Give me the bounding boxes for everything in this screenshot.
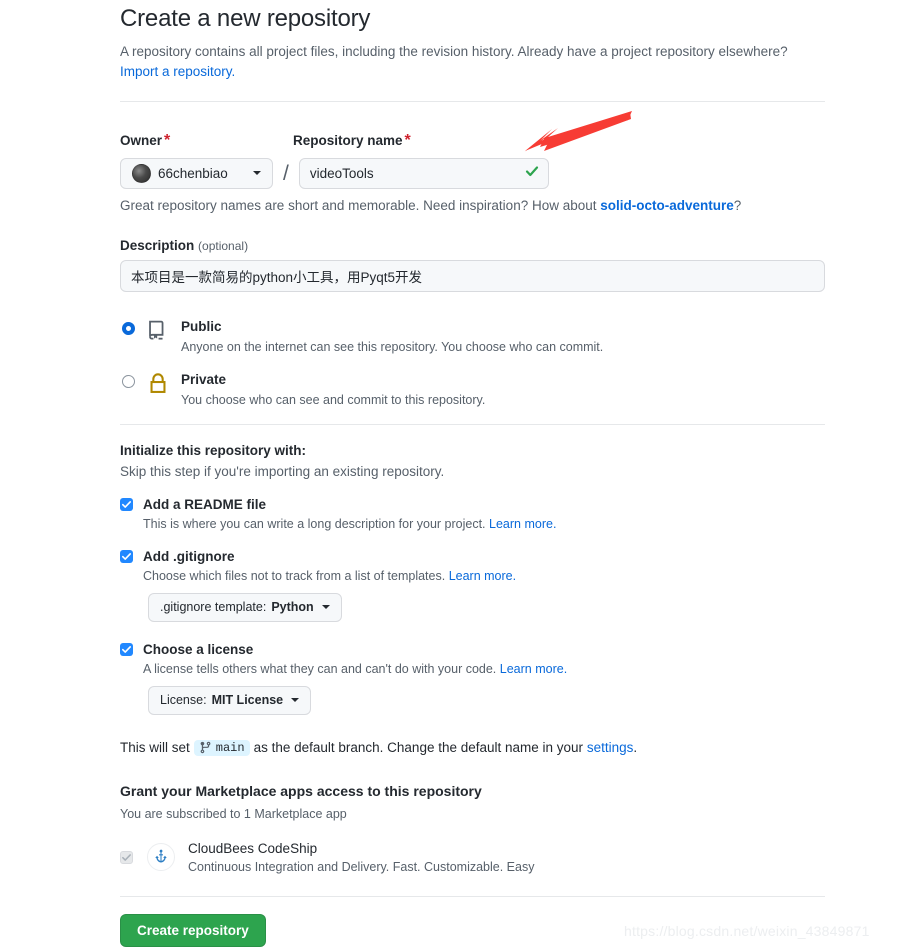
visibility-group: Public Anyone on the internet can see th… xyxy=(120,318,825,407)
repo-name-input-wrap xyxy=(298,157,549,189)
default-branch-badge: main xyxy=(193,739,250,756)
repo-name-input[interactable] xyxy=(298,157,549,189)
owner-name-labels: Owner * Repository name * xyxy=(120,132,825,150)
license-label: Choose a license xyxy=(143,641,254,657)
marketplace-app-row: CloudBees CodeShip Continuous Integratio… xyxy=(120,841,825,874)
repo-book-icon xyxy=(147,318,169,346)
chevron-down-icon xyxy=(253,171,261,176)
marketplace-subtitle: You are subscribed to 1 Marketplace app xyxy=(120,806,347,821)
license-block: Choose a license A license tells others … xyxy=(120,642,825,715)
branch-note-suffix: . xyxy=(633,740,638,756)
private-text: Private You choose who can see and commi… xyxy=(181,371,485,407)
repo-name-label: Repository name xyxy=(293,132,403,148)
owner-select-button[interactable]: 66chenbiao xyxy=(120,157,273,189)
repo-name-suggestion-link[interactable]: solid-octo-adventure xyxy=(600,198,734,213)
gitignore-learn-more-link[interactable]: Learn more. xyxy=(449,569,516,583)
license-select[interactable]: License: MIT License xyxy=(148,685,312,715)
license-desc: A license tells others what they can and… xyxy=(143,662,825,676)
gitignore-row[interactable]: Add .gitignore xyxy=(120,549,825,564)
lock-icon xyxy=(147,371,169,399)
gitignore-label: Add .gitignore xyxy=(143,548,235,564)
form-container: Create a new repository A repository con… xyxy=(120,0,825,947)
default-branch-name: main xyxy=(215,740,245,755)
license-row[interactable]: Choose a license xyxy=(120,642,825,657)
check-icon xyxy=(525,166,538,177)
repo-name-hint-suffix: ? xyxy=(733,197,742,213)
gitignore-template-value: Python xyxy=(271,600,314,615)
repo-name-required-mark: * xyxy=(404,131,411,149)
import-repository-link[interactable]: Import a repository. xyxy=(120,64,235,79)
default-branch-note: This will set main as the default branch… xyxy=(120,739,825,756)
public-desc: Anyone on the internet can see this repo… xyxy=(181,339,604,354)
branch-note-middle: as the default branch. Change the defaul… xyxy=(253,740,584,756)
readme-checkbox[interactable] xyxy=(120,497,133,511)
gitignore-template-select[interactable]: .gitignore template: Python xyxy=(148,592,342,622)
owner-select-value: 66chenbiao xyxy=(158,165,228,181)
gitignore-template-prefix: .gitignore template: xyxy=(160,600,267,615)
marketplace-app-text: CloudBees CodeShip Continuous Integratio… xyxy=(188,841,534,874)
repo-name-label-wrap: Repository name * xyxy=(293,132,543,150)
owner-name-row: 66chenbiao / xyxy=(120,157,825,189)
gitignore-checkbox[interactable] xyxy=(120,549,133,563)
gitignore-desc-text: Choose which files not to track from a l… xyxy=(143,568,446,583)
owner-label-wrap: Owner * xyxy=(120,132,293,150)
initialize-subtitle: Skip this step if you're importing an ex… xyxy=(120,463,445,479)
owner-required-mark: * xyxy=(164,131,171,149)
divider-initialize xyxy=(120,423,825,425)
divider-bottom xyxy=(120,895,825,897)
divider-top xyxy=(120,100,825,102)
marketplace-title: Grant your Marketplace apps access to th… xyxy=(120,782,482,799)
readme-desc: This is where you can write a long descr… xyxy=(143,517,825,531)
visibility-option-public[interactable]: Public Anyone on the internet can see th… xyxy=(120,318,825,354)
public-text: Public Anyone on the internet can see th… xyxy=(181,318,603,354)
license-desc-text: A license tells others what they can and… xyxy=(143,661,497,676)
create-repository-page: Create a new repository A repository con… xyxy=(0,0,902,951)
watermark: https://blog.csdn.net/weixin_43849871 xyxy=(624,923,870,939)
marketplace-app-checkbox xyxy=(120,850,133,864)
marketplace-app-desc: Continuous Integration and Delivery. Fas… xyxy=(188,859,535,874)
gitignore-block: Add .gitignore Choose which files not to… xyxy=(120,549,825,622)
branch-note-prefix: This will set xyxy=(120,740,190,756)
readme-label: Add a README file xyxy=(143,496,267,512)
chevron-down-icon xyxy=(321,605,330,610)
create-repository-button[interactable]: Create repository xyxy=(120,913,266,947)
initialize-title: Initialize this repository with: xyxy=(120,442,307,458)
marketplace-app-name: CloudBees CodeShip xyxy=(188,840,318,856)
readme-block: Add a README file This is where you can … xyxy=(120,497,825,531)
gitignore-desc: Choose which files not to track from a l… xyxy=(143,569,825,583)
path-separator: / xyxy=(283,161,289,185)
readme-learn-more-link[interactable]: Learn more. xyxy=(489,517,556,531)
readme-row[interactable]: Add a README file xyxy=(120,497,825,512)
visibility-option-private[interactable]: Private You choose who can see and commi… xyxy=(120,371,825,407)
license-checkbox[interactable] xyxy=(120,642,133,656)
readme-desc-text: This is where you can write a long descr… xyxy=(143,516,486,531)
public-title: Public xyxy=(181,318,222,334)
settings-link[interactable]: settings xyxy=(587,740,634,755)
license-select-value: MIT License xyxy=(211,693,284,708)
page-title: Create a new repository xyxy=(120,5,371,32)
repo-name-hint-prefix: Great repository names are short and mem… xyxy=(120,197,601,213)
public-radio[interactable] xyxy=(122,321,135,335)
private-title: Private xyxy=(181,371,227,387)
private-desc: You choose who can see and commit to thi… xyxy=(181,392,486,407)
license-learn-more-link[interactable]: Learn more. xyxy=(500,662,567,676)
git-branch-icon xyxy=(200,742,211,754)
owner-label: Owner xyxy=(120,132,163,148)
repo-name-hint: Great repository names are short and mem… xyxy=(120,198,825,213)
chevron-down-icon xyxy=(291,698,300,703)
import-repository-line: Import a repository. xyxy=(120,64,825,79)
user-avatar xyxy=(132,163,151,183)
description-input[interactable] xyxy=(120,259,825,292)
page-subtitle: A repository contains all project files,… xyxy=(120,44,788,59)
description-optional-tag: (optional) xyxy=(198,238,249,253)
cloudbees-codeship-icon xyxy=(147,843,175,872)
description-label: Description xyxy=(120,237,195,253)
description-label-wrap: Description (optional) xyxy=(120,238,825,253)
private-radio[interactable] xyxy=(122,374,135,388)
license-select-prefix: License: xyxy=(160,693,207,708)
